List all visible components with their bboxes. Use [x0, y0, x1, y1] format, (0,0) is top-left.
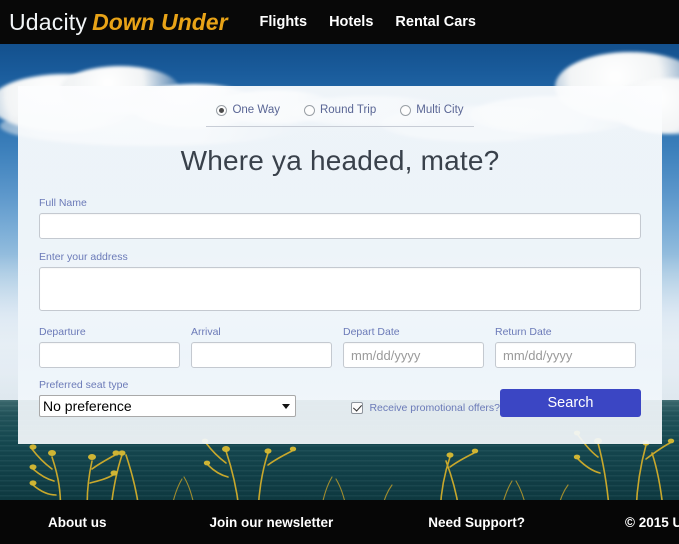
full-name-input[interactable]	[39, 213, 641, 239]
promotional-offers-field[interactable]: Receive promotional offers?	[296, 402, 500, 417]
promotional-offers-checkbox[interactable]	[351, 402, 364, 414]
brand-name-primary: Udacity	[9, 8, 88, 35]
promotional-offers-label: Receive promotional offers?	[369, 402, 500, 414]
radio-icon-round-trip[interactable]	[303, 104, 315, 116]
search-button[interactable]: Search	[500, 389, 641, 417]
route-and-dates-row: Departure Arrival Depart Date Return Dat…	[39, 326, 641, 368]
label-seat-type: Preferred seat type	[39, 379, 129, 391]
radio-label-round-trip: Round Trip	[319, 104, 377, 116]
search-button-wrapper: Search	[500, 389, 641, 417]
label-departure: Departure	[39, 326, 86, 338]
seat-type-select[interactable]: No preference	[39, 395, 297, 417]
radio-option-multi-city[interactable]: Multi City	[400, 104, 464, 116]
top-navigation-bar: Udacity Down Under Flights Hotels Rental …	[0, 0, 679, 44]
arrival-input[interactable]	[191, 342, 332, 368]
departure-input[interactable]	[39, 342, 180, 368]
field-group-address: Enter your address	[39, 251, 641, 316]
footer-link-support[interactable]: Need Support?	[428, 515, 525, 530]
nav-link-flights[interactable]: Flights	[260, 14, 308, 30]
field-group-return-date: Return Date	[495, 326, 636, 368]
radio-option-one-way[interactable]: One Way	[216, 104, 280, 116]
label-full-name: Full Name	[39, 197, 87, 209]
radio-icon-multi-city[interactable]	[400, 104, 412, 116]
field-group-full-name: Full Name	[39, 197, 641, 239]
address-textarea[interactable]	[39, 267, 641, 311]
nav-link-hotels[interactable]: Hotels	[329, 14, 373, 30]
page-root: Udacity Down Under Flights Hotels Rental …	[0, 0, 679, 544]
site-footer: About us Join our newsletter Need Suppor…	[0, 500, 679, 544]
label-address: Enter your address	[39, 251, 128, 263]
radio-icon-one-way[interactable]	[216, 104, 228, 116]
field-group-departure: Departure	[39, 326, 180, 368]
field-group-depart-date: Depart Date	[343, 326, 484, 368]
label-arrival: Arrival	[191, 326, 221, 338]
search-form-panel: One Way Round Trip Multi City Where ya h…	[18, 86, 662, 444]
footer-copyright: © 2015 Udacity	[625, 514, 679, 530]
depart-date-input[interactable]	[343, 342, 484, 368]
field-group-arrival: Arrival	[191, 326, 332, 368]
radio-label-multi-city: Multi City	[416, 104, 464, 116]
field-group-seat-type: Preferred seat type No preference	[39, 379, 297, 417]
form-fields: Full Name Enter your address Departure A…	[18, 197, 662, 417]
brand-name-accent: Down Under	[92, 8, 228, 35]
section-divider	[206, 126, 474, 127]
radio-label-one-way: One Way	[232, 104, 280, 116]
page-title: Where ya headed, mate?	[180, 145, 500, 176]
footer-link-newsletter[interactable]: Join our newsletter	[210, 515, 334, 530]
return-date-input[interactable]	[495, 342, 636, 368]
radio-option-round-trip[interactable]: Round Trip	[303, 104, 377, 116]
form-bottom-row: Preferred seat type No preference Receiv…	[39, 379, 641, 417]
trip-type-radio-group: One Way Round Trip Multi City	[18, 86, 662, 116]
label-depart-date: Depart Date	[343, 326, 400, 338]
nav-link-rental-cars[interactable]: Rental Cars	[395, 14, 476, 30]
footer-link-about-us[interactable]: About us	[48, 515, 107, 530]
label-return-date: Return Date	[495, 326, 552, 338]
seat-type-select-wrapper: No preference	[39, 395, 297, 417]
site-logo[interactable]: Udacity Down Under	[9, 8, 228, 35]
main-nav: Flights Hotels Rental Cars	[260, 14, 498, 30]
